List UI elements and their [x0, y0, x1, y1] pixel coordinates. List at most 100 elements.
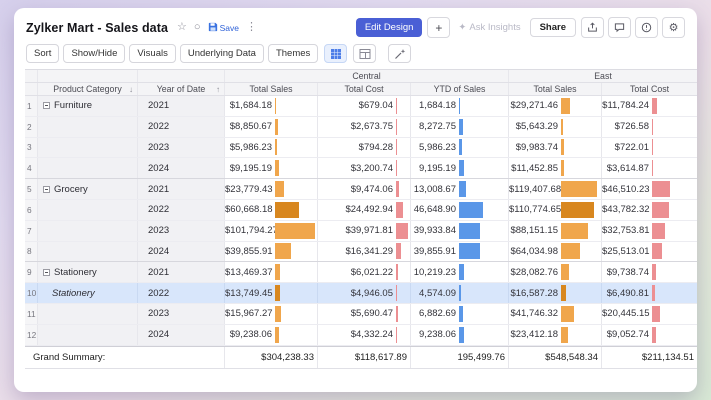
ytd-cell[interactable]: 8,272.75: [411, 117, 509, 137]
c_ts-cell[interactable]: $13,469.37: [225, 262, 318, 282]
save-button[interactable]: Save: [208, 22, 239, 34]
table-row[interactable]: 10Stationery2022$13,749.45$4,946.054,574…: [25, 283, 697, 304]
row-number[interactable]: 10: [25, 283, 38, 303]
product-category-cell[interactable]: Grocery: [38, 179, 138, 199]
clock-icon[interactable]: ○: [194, 22, 201, 33]
c_ts-cell[interactable]: $39,855.91: [225, 242, 318, 262]
e_tc-cell[interactable]: $9,738.74: [602, 262, 697, 282]
summary-view-icon[interactable]: [353, 44, 376, 63]
row-number[interactable]: 9: [25, 262, 38, 282]
share-button[interactable]: Share: [530, 18, 576, 37]
e_ts-cell[interactable]: $110,774.65: [509, 200, 602, 220]
table-row[interactable]: 112023$15,967.27$5,690.476,882.69$41,746…: [25, 304, 697, 325]
c_tc-cell[interactable]: $9,474.06: [318, 179, 411, 199]
table-row[interactable]: 9Stationery2021$13,469.37$6,021.2210,219…: [25, 262, 697, 283]
e_ts-cell[interactable]: $41,746.32: [509, 304, 602, 324]
product-category-cell[interactable]: [38, 242, 138, 262]
e_ts-cell[interactable]: $119,407.68: [509, 179, 602, 199]
e_tc-cell[interactable]: $6,490.81: [602, 283, 697, 303]
magic-wand-icon[interactable]: [388, 44, 411, 63]
header-central-total-cost[interactable]: Total Cost: [318, 83, 411, 95]
e_tc-cell[interactable]: $46,510.23: [602, 179, 697, 199]
product-category-cell[interactable]: [38, 158, 138, 178]
ytd-cell[interactable]: 39,855.91: [411, 242, 509, 262]
c_tc-cell[interactable]: $39,971.81: [318, 221, 411, 241]
table-row[interactable]: 72023$101,794.27$39,971.8139,933.84$88,1…: [25, 221, 697, 242]
row-number[interactable]: 11: [25, 304, 38, 324]
header-central-total-sales[interactable]: Total Sales: [225, 83, 318, 95]
year-cell[interactable]: 2023: [138, 138, 225, 158]
year-cell[interactable]: 2024: [138, 325, 225, 345]
c_ts-cell[interactable]: $60,668.18: [225, 200, 318, 220]
year-cell[interactable]: 2022: [138, 117, 225, 137]
ytd-cell[interactable]: 13,008.67: [411, 179, 509, 199]
year-cell[interactable]: 2022: [138, 283, 225, 303]
row-number[interactable]: 7: [25, 221, 38, 241]
ytd-cell[interactable]: 9,195.19: [411, 158, 509, 178]
sort-desc-icon[interactable]: ↓: [129, 85, 133, 94]
ytd-cell[interactable]: 1,684.18: [411, 96, 509, 116]
edit-design-button[interactable]: Edit Design: [356, 18, 423, 37]
e_ts-cell[interactable]: $11,452.85: [509, 158, 602, 178]
header-year-of-date[interactable]: Year of Date ↑: [138, 83, 225, 95]
ytd-cell[interactable]: 9,238.06: [411, 325, 509, 345]
e_tc-cell[interactable]: $32,753.81: [602, 221, 697, 241]
sort-asc-icon[interactable]: ↑: [216, 85, 220, 94]
c_ts-cell[interactable]: $8,850.67: [225, 117, 318, 137]
row-number[interactable]: 1: [25, 96, 38, 116]
ytd-cell[interactable]: 4,574.09: [411, 283, 509, 303]
header-east-total-sales[interactable]: Total Sales: [509, 83, 602, 95]
product-category-cell[interactable]: Furniture: [38, 96, 138, 116]
year-cell[interactable]: 2022: [138, 200, 225, 220]
product-category-cell[interactable]: Stationery: [38, 262, 138, 282]
c_ts-cell[interactable]: $5,986.23: [225, 138, 318, 158]
row-number[interactable]: 12: [25, 325, 38, 345]
year-cell[interactable]: 2023: [138, 304, 225, 324]
header-east-total-cost[interactable]: Total Cost: [602, 83, 697, 95]
sort-button[interactable]: Sort: [26, 44, 59, 63]
table-row[interactable]: 32023$5,986.23$794.285,986.23$9,983.74$7…: [25, 138, 697, 159]
e_ts-cell[interactable]: $88,151.15: [509, 221, 602, 241]
year-cell[interactable]: 2023: [138, 221, 225, 241]
c_ts-cell[interactable]: $1,684.18: [225, 96, 318, 116]
table-row[interactable]: 62022$60,668.18$24,492.9446,648.90$110,7…: [25, 200, 697, 221]
year-cell[interactable]: 2021: [138, 179, 225, 199]
product-category-cell[interactable]: [38, 200, 138, 220]
c_ts-cell[interactable]: $23,779.43: [225, 179, 318, 199]
year-cell[interactable]: 2024: [138, 242, 225, 262]
c_tc-cell[interactable]: $4,946.05: [318, 283, 411, 303]
c_ts-cell[interactable]: $9,238.06: [225, 325, 318, 345]
product-category-cell[interactable]: [38, 138, 138, 158]
settings-icon[interactable]: ⚙: [662, 17, 685, 38]
c_tc-cell[interactable]: $5,690.47: [318, 304, 411, 324]
c_ts-cell[interactable]: $13,749.45: [225, 283, 318, 303]
row-number[interactable]: 8: [25, 242, 38, 262]
e_ts-cell[interactable]: $28,082.76: [509, 262, 602, 282]
e_ts-cell[interactable]: $9,983.74: [509, 138, 602, 158]
e_tc-cell[interactable]: $9,052.74: [602, 325, 697, 345]
show-hide-button[interactable]: Show/Hide: [63, 44, 125, 63]
ytd-cell[interactable]: 46,648.90: [411, 200, 509, 220]
row-number[interactable]: 4: [25, 158, 38, 178]
e_tc-cell[interactable]: $11,784.24: [602, 96, 697, 116]
table-row[interactable]: 1Furniture2021$1,684.18$679.041,684.18$2…: [25, 96, 697, 117]
header-product-category[interactable]: Product Category ↓: [38, 83, 138, 95]
c_ts-cell[interactable]: $101,794.27: [225, 221, 318, 241]
comment-icon[interactable]: [608, 17, 631, 38]
group-header-central[interactable]: Central: [225, 70, 509, 82]
table-row[interactable]: 122024$9,238.06$4,332.249,238.06$23,412.…: [25, 325, 697, 346]
e_ts-cell[interactable]: $64,034.98: [509, 242, 602, 262]
c_tc-cell[interactable]: $794.28: [318, 138, 411, 158]
e_ts-cell[interactable]: $23,412.18: [509, 325, 602, 345]
collapse-icon[interactable]: [43, 269, 50, 276]
export-icon[interactable]: [581, 17, 604, 38]
c_ts-cell[interactable]: $9,195.19: [225, 158, 318, 178]
table-row[interactable]: 82024$39,855.91$16,341.2939,855.91$64,03…: [25, 242, 697, 263]
header-ytd-of-sales[interactable]: YTD of Sales: [411, 83, 509, 95]
visuals-button[interactable]: Visuals: [129, 44, 175, 63]
collapse-icon[interactable]: [43, 102, 50, 109]
c_ts-cell[interactable]: $15,967.27: [225, 304, 318, 324]
c_tc-cell[interactable]: $679.04: [318, 96, 411, 116]
c_tc-cell[interactable]: $2,673.75: [318, 117, 411, 137]
product-category-cell[interactable]: [38, 221, 138, 241]
